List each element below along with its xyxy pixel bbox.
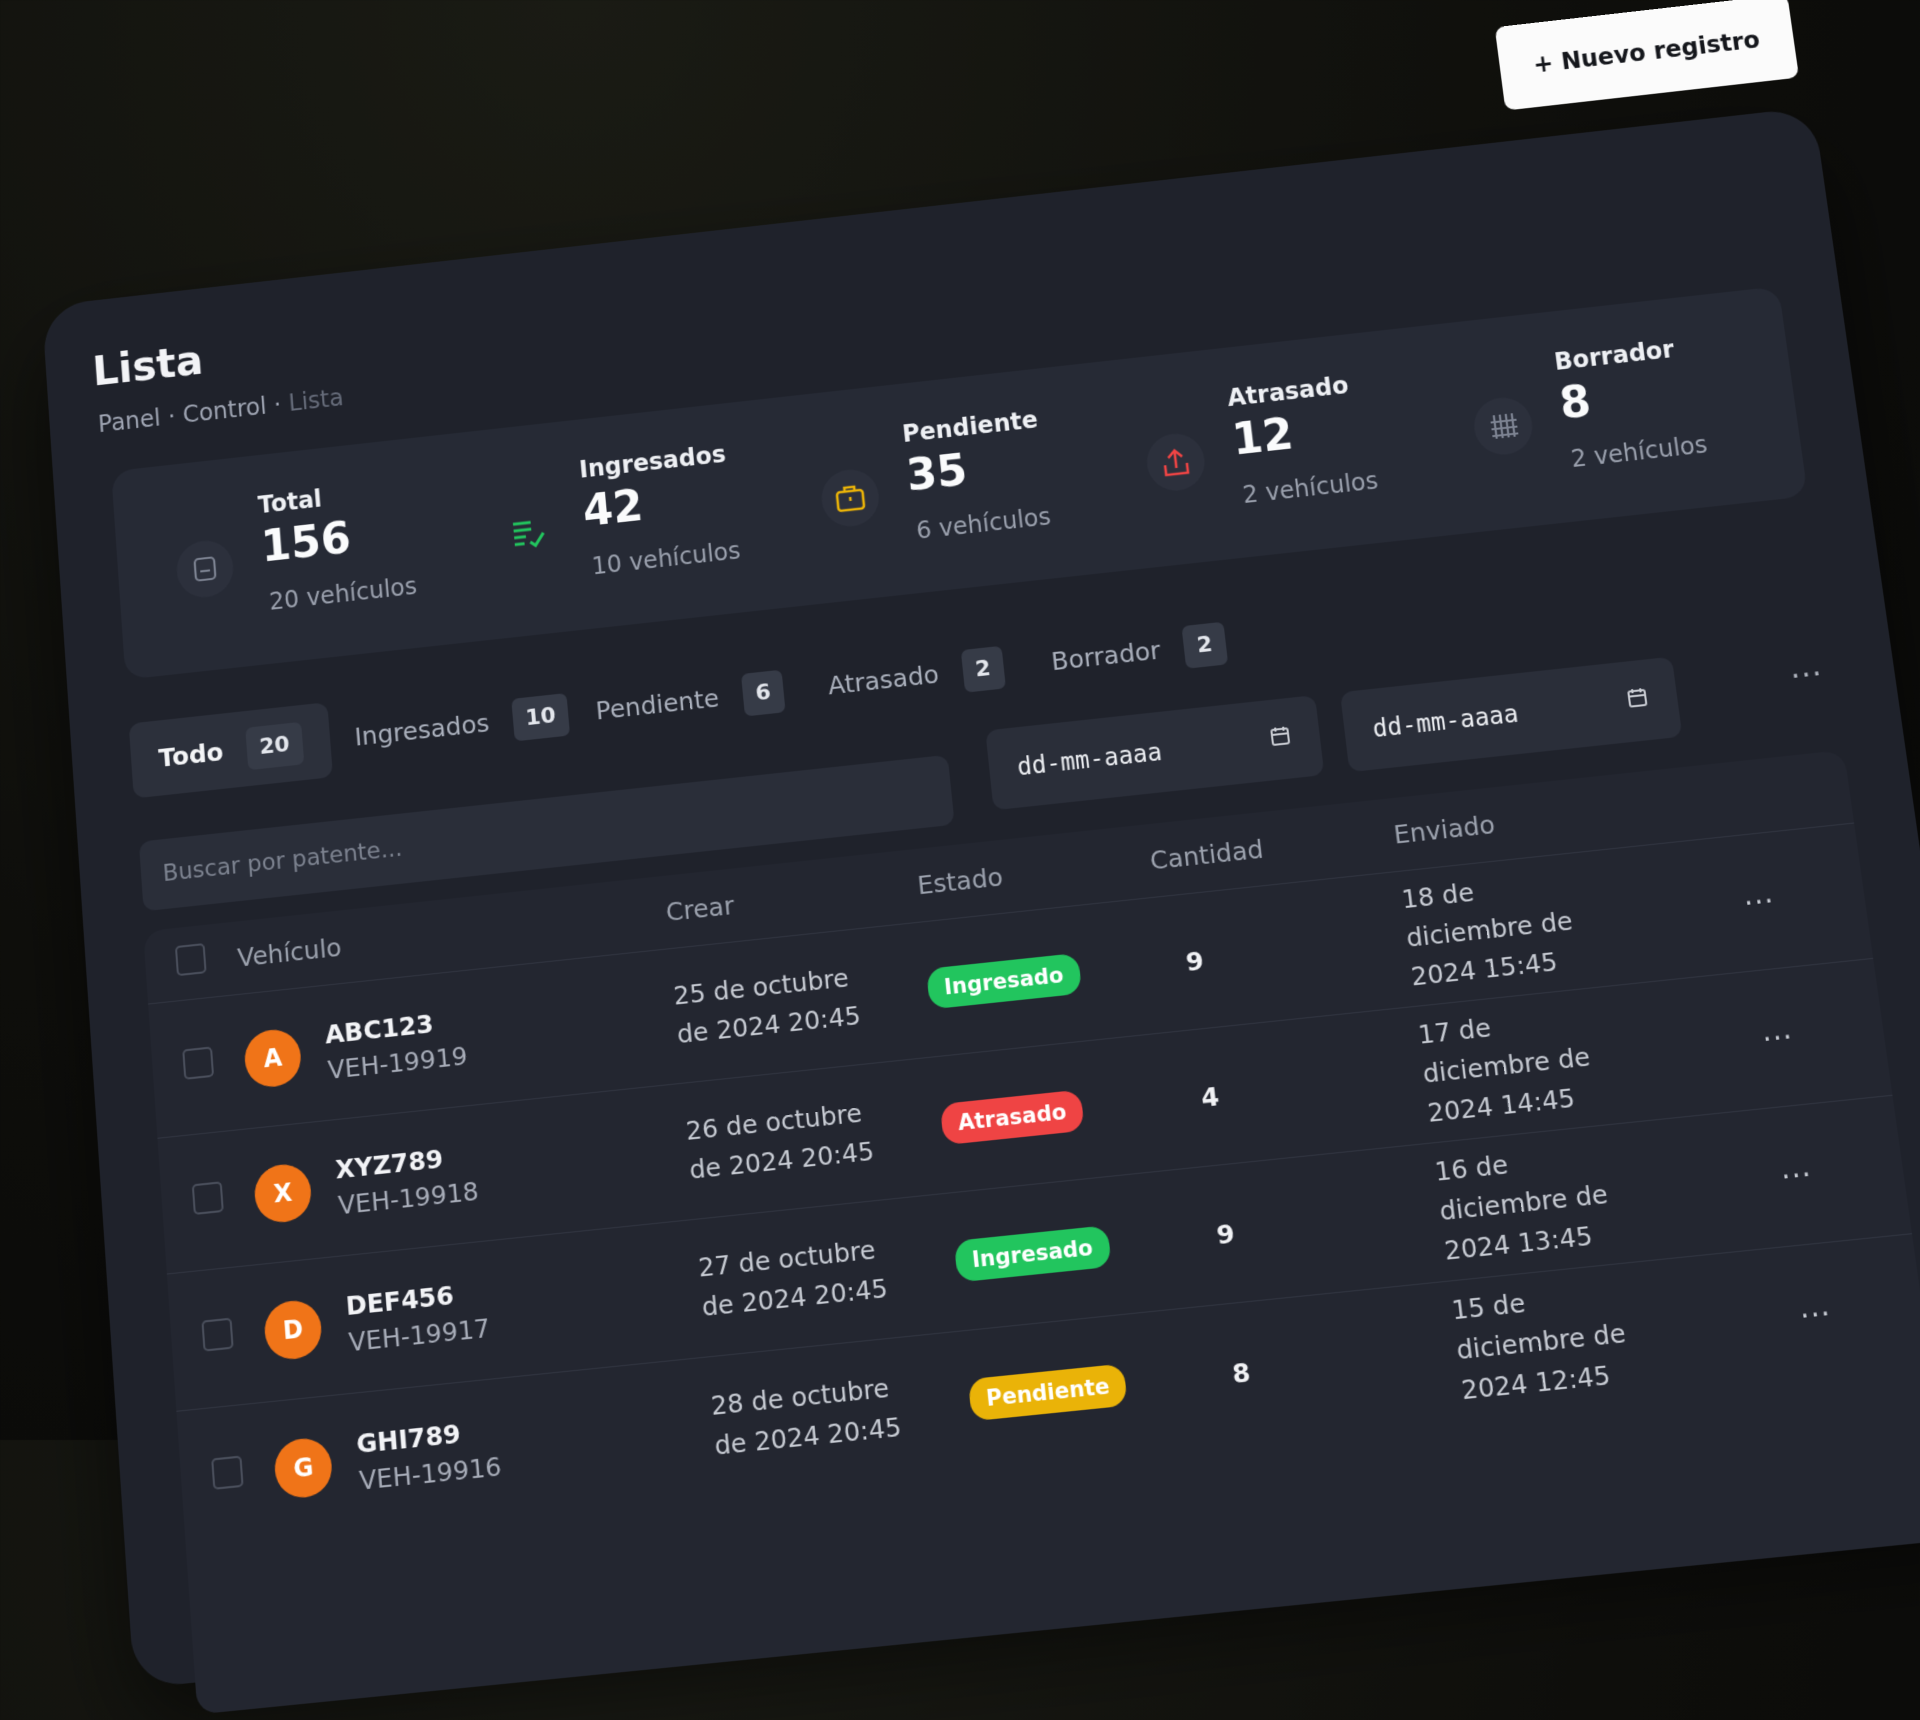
stat-sub: 20 vehículos [268,572,418,615]
vehicle-cell: A ABC123VEH-19919 [243,984,677,1094]
created-date: 25 de octubre de 2024 20:45 [672,956,880,1054]
quantity: 4 [1175,1081,1220,1115]
sent-date: 18 de diciembre de 2024 15:45 [1399,860,1617,997]
tab-label: Atrasado [827,659,941,700]
vehicle-id: VEH-19916 [358,1451,503,1496]
calendar-icon[interactable] [1625,686,1651,716]
sent-date: 16 de diciembre de 2024 13:45 [1433,1132,1653,1272]
tab-atrasado[interactable]: Atrasado 2 [797,626,1036,726]
stat-value: 156 [259,513,352,572]
breadcrumb-panel[interactable]: Panel [97,404,161,438]
stat-label: Total [257,485,323,519]
stat-sub: 2 vehículos [1569,431,1709,473]
row-checkbox[interactable] [201,1318,233,1352]
created-date: 26 de octubre de 2024 20:45 [684,1091,893,1190]
row-more-button[interactable]: ··· [1760,1019,1795,1056]
stat-borrador: Borrador 8 2 vehículos [1465,322,1814,505]
status-badge: Ingresado [926,953,1082,1010]
date-to-input[interactable]: dd-mm-aaaa [1340,657,1682,773]
select-all-checkbox[interactable] [175,943,207,976]
quantity: 8 [1206,1357,1252,1392]
stat-ingresados: Ingresados 42 10 vehículos [492,430,829,611]
stat-sub: 2 vehículos [1241,467,1379,509]
tab-count: 2 [1182,621,1228,668]
tab-pendiente[interactable]: Pendiente 6 [565,650,815,751]
date-from-input[interactable]: dd-mm-aaaa [985,695,1324,810]
date-from-placeholder: dd-mm-aaaa [1016,738,1163,781]
stat-value: 8 [1557,376,1594,429]
tab-label: Pendiente [595,683,721,725]
briefcase-icon [819,467,882,530]
stat-value: 42 [581,481,645,537]
stat-total: Total 156 20 vehículos [172,466,505,647]
vehicle-id: VEH-19919 [327,1041,469,1085]
list-check-icon [496,502,558,565]
row-more-button[interactable]: ··· [1779,1156,1814,1193]
stat-label: Borrador [1553,335,1676,375]
stat-sub: 6 vehículos [915,503,1052,545]
document-icon [175,538,235,600]
vehicles-table-panel: Vehículo Crear Estado Cantidad Enviado A… [143,750,1920,1715]
stat-value: 12 [1230,409,1297,465]
calendar-icon[interactable] [1268,724,1293,754]
stat-sub: 10 vehículos [591,537,742,581]
row-more-button[interactable]: ··· [1798,1295,1834,1333]
page-title: Lista [91,336,205,395]
dashboard-scene: + Nuevo registro Lista Panel · Control ·… [42,102,1920,1710]
tab-label: Borrador [1050,635,1162,675]
vehicle-cell: X XYZ789VEH-19918 [253,1119,689,1229]
status-badge: Pendiente [968,1363,1128,1421]
upload-icon [1144,431,1208,494]
stat-label: Atrasado [1226,371,1350,412]
tab-count: 10 [511,692,570,740]
tab-count: 2 [960,645,1006,692]
tab-todo[interactable]: Todo 20 [129,702,333,798]
vehicle-id: VEH-19918 [337,1176,480,1220]
row-checkbox[interactable] [211,1455,243,1489]
row-more-button[interactable]: ··· [1742,883,1777,920]
tab-ingresados[interactable]: Ingresados 10 [324,673,599,777]
row-checkbox[interactable] [182,1046,214,1079]
vehicle-cell: G GHI789VEH-19916 [273,1393,714,1504]
sent-date: 15 de diciembre de 2024 12:45 [1449,1270,1671,1411]
filters-more-button[interactable]: ··· [1788,657,1825,695]
tab-borrador[interactable]: Borrador 2 [1020,602,1258,702]
avatar: X [253,1162,313,1225]
stats-panel: Total 156 20 vehículos Ingresados 42 10 … [111,286,1808,679]
stat-value: 35 [904,445,969,501]
grid-icon [1471,395,1536,458]
stat-atrasado: Atrasado 12 2 vehículos [1139,358,1484,540]
sent-date: 17 de diciembre de 2024 14:45 [1416,995,1635,1133]
breadcrumb-control[interactable]: Control [182,392,268,428]
avatar: D [263,1298,324,1362]
avatar: A [243,1027,303,1089]
created-date: 28 de octubre de 2024 20:45 [709,1366,920,1466]
breadcrumb-current: Lista [288,384,345,417]
status-badge: Atrasado [940,1090,1085,1146]
quantity: 9 [1160,945,1205,979]
date-to-placeholder: dd-mm-aaaa [1371,700,1520,744]
created-date: 27 de octubre de 2024 20:45 [697,1228,907,1328]
quantity: 9 [1190,1218,1236,1252]
vehicle-id: VEH-19917 [348,1313,492,1358]
stat-label: Pendiente [901,406,1039,448]
tab-label: Todo [158,737,225,773]
breadcrumb: Panel · Control · Lista [97,384,344,438]
tab-label: Ingresados [354,708,491,751]
tab-count: 20 [245,721,304,769]
vehicle-cell: D DEF456VEH-19917 [262,1255,701,1366]
stat-label: Ingresados [578,440,727,483]
new-record-button[interactable]: + Nuevo registro [1495,0,1799,111]
stat-pendiente: Pendiente 35 6 vehículos [815,394,1156,576]
avatar: G [273,1436,334,1500]
tab-count: 6 [741,669,786,716]
status-badge: Ingresado [954,1225,1112,1282]
row-checkbox[interactable] [192,1181,224,1215]
list-card: + Nuevo registro Lista Panel · Control ·… [42,107,1920,1689]
